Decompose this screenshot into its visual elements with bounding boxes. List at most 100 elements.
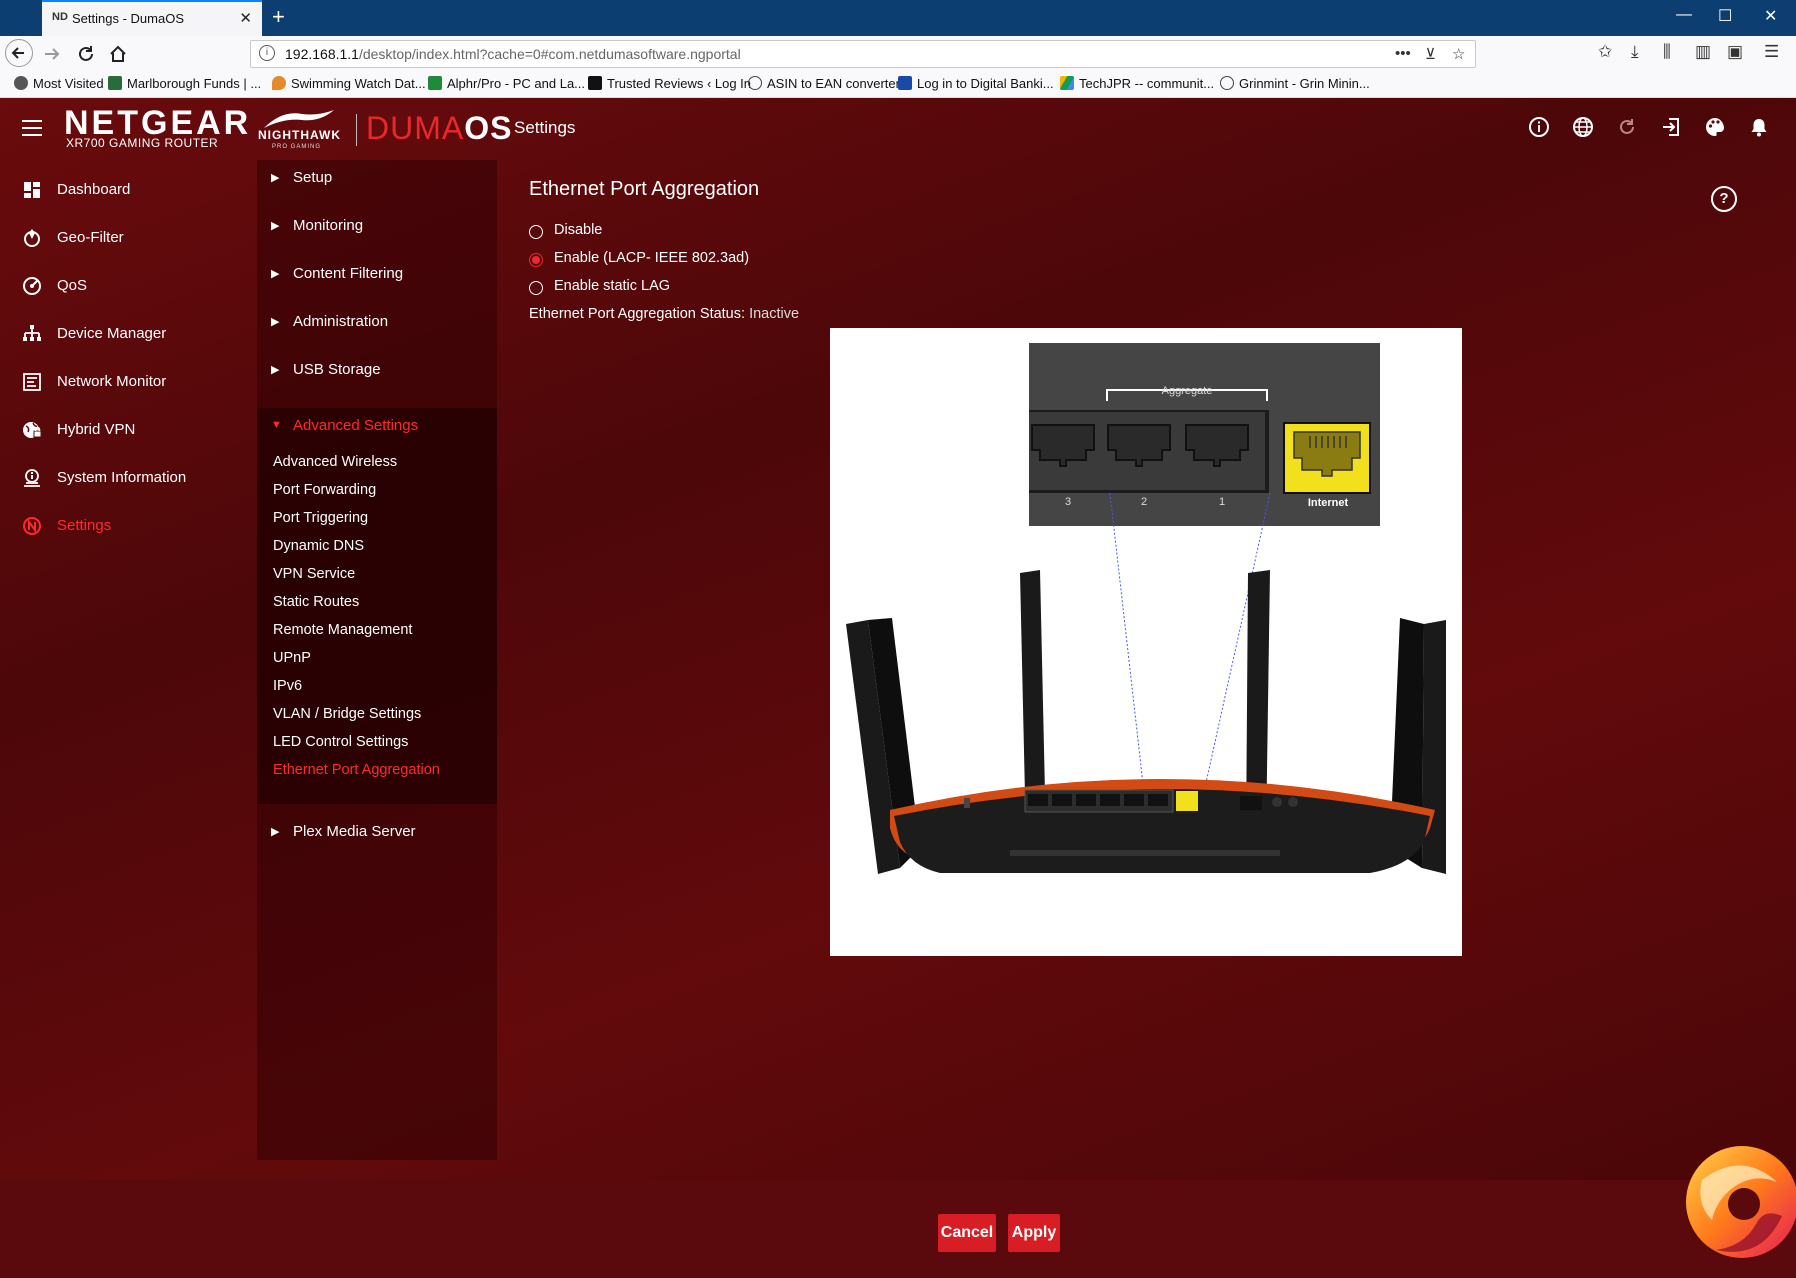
back-arrow-icon	[11, 47, 24, 59]
back-button[interactable]	[5, 39, 33, 67]
subnav-item-advanced-wireless[interactable]: Advanced Wireless	[273, 454, 397, 470]
bookmark-item[interactable]: Most Visited	[14, 76, 104, 91]
aggregation-status: Ethernet Port Aggregation Status: Inacti…	[529, 306, 800, 322]
port-number-label: 3	[1065, 496, 1071, 508]
bookmark-item[interactable]: ASIN to EAN converter	[748, 76, 900, 91]
router-model: XR700 GAMING ROUTER	[66, 136, 219, 150]
qos-icon	[23, 277, 41, 295]
forward-icon[interactable]	[42, 44, 62, 64]
t-logo-icon	[588, 76, 602, 90]
theme-palette-icon[interactable]	[1704, 116, 1726, 138]
nighthawk-logo-sub: PRO GAMING	[272, 144, 322, 150]
header-divider	[356, 114, 357, 146]
bookmark-star-icon[interactable]: ☆	[1452, 45, 1465, 63]
radio-disable[interactable]	[529, 225, 543, 239]
subnav-item-ipv6[interactable]: IPv6	[273, 678, 302, 694]
pin-icon	[272, 76, 286, 90]
collapse-arrow-icon: ▼	[271, 419, 282, 431]
advanced-settings-section: ▼ Advanced Settings Advanced Wireless Por…	[257, 408, 497, 804]
bookmark-item[interactable]: Grinmint - Grin Minin...	[1220, 76, 1370, 91]
system-information-icon	[24, 469, 40, 487]
radio-enable-static-lag[interactable]	[529, 281, 543, 295]
tab-title: Settings - DumaOS	[72, 11, 184, 26]
subnav-group-setup[interactable]: ▶ Setup	[257, 160, 497, 198]
bookmark-item[interactable]: Alphr/Pro - PC and La...	[428, 76, 585, 91]
subnav-item-port-triggering[interactable]: Port Triggering	[273, 510, 368, 526]
subnav-item-static-routes[interactable]: Static Routes	[273, 594, 359, 610]
settings-subnav: ▶ Setup ▶ Monitoring ▶ Content Filtering ▶ A…	[257, 160, 497, 1160]
subnav-item-dynamic-dns[interactable]: Dynamic DNS	[273, 538, 364, 554]
subnav-group-administration[interactable]: ▶ Administration	[257, 304, 497, 342]
cancel-button[interactable]: Cancel	[938, 1214, 996, 1252]
sidebar-icon[interactable]: ▥	[1695, 42, 1711, 62]
aggregate-label: Aggregate	[1162, 385, 1213, 397]
browser-tab[interactable]: ND Settings - DumaOS ✕	[42, 0, 262, 36]
expand-arrow-icon: ▶	[271, 316, 280, 328]
info-icon[interactable]	[1528, 116, 1550, 138]
network-monitor-icon	[23, 373, 41, 391]
close-tab-icon[interactable]: ✕	[239, 9, 252, 27]
bookmark-item[interactable]: Swimming Watch Dat...	[272, 76, 426, 91]
app-header: NETGEAR XR700 GAMING ROUTER NIGHTHAWK PR…	[0, 98, 1796, 160]
logout-icon[interactable]	[1660, 116, 1682, 138]
minimize-icon[interactable]: —	[1676, 6, 1692, 24]
subnav-item-vpn-service[interactable]: VPN Service	[273, 566, 355, 582]
library-icon[interactable]: ⫼	[1663, 42, 1671, 62]
gear-icon	[14, 76, 28, 90]
site-info-icon[interactable]: i	[259, 45, 275, 61]
bookmark-item[interactable]: Trusted Reviews ‹ Log In	[588, 76, 751, 91]
subnav-item-upnp[interactable]: UPnP	[273, 650, 311, 666]
subnav-item-remote-management[interactable]: Remote Management	[273, 622, 412, 638]
help-icon[interactable]: ?	[1711, 186, 1737, 212]
device-manager-icon	[23, 325, 41, 341]
geo-filter-icon	[24, 229, 40, 247]
subnav-group-advanced-settings[interactable]: ▼ Advanced Settings	[257, 408, 497, 446]
globe-icon	[748, 76, 762, 90]
language-globe-icon[interactable]	[1572, 116, 1594, 138]
notifications-bell-icon[interactable]	[1748, 116, 1770, 138]
url-bar[interactable]: i 192.168.1.1/desktop/index.html?cache=0…	[250, 40, 1476, 68]
radio-enable-lacp[interactable]	[529, 253, 543, 267]
downloads-icon[interactable]: ⤓	[1631, 42, 1639, 62]
status-value: Inactive	[749, 306, 800, 322]
subnav-item-led-control-settings[interactable]: LED Control Settings	[273, 734, 408, 750]
reload-icon[interactable]	[76, 44, 96, 64]
home-icon[interactable]	[108, 44, 128, 64]
expand-arrow-icon: ▶	[271, 826, 280, 838]
apply-button[interactable]: Apply	[1008, 1214, 1060, 1252]
bookmarks-toolbar: Most Visited Marlborough Funds | ... Swi…	[0, 72, 1796, 98]
page-actions-icon[interactable]: •••	[1395, 45, 1411, 62]
maximize-icon[interactable]: ☐	[1718, 6, 1732, 26]
expand-arrow-icon: ▶	[271, 268, 280, 280]
subnav-group-plex-media-server[interactable]: ▶ Plex Media Server	[257, 814, 497, 852]
subnav-group-content-filtering[interactable]: ▶ Content Filtering	[257, 256, 497, 294]
subnav-group-usb-storage[interactable]: ▶ USB Storage	[257, 352, 497, 390]
bookmark-item[interactable]: Log in to Digital Banki...	[898, 76, 1054, 91]
subnav-item-ethernet-port-aggregation[interactable]: Ethernet Port Aggregation	[273, 762, 440, 778]
close-window-icon[interactable]: ✕	[1764, 6, 1777, 26]
hybrid-vpn-icon	[23, 422, 42, 438]
subnav-item-port-forwarding[interactable]: Port Forwarding	[273, 482, 376, 498]
subnav-group-monitoring[interactable]: ▶ Monitoring	[257, 208, 497, 246]
bookmark-item[interactable]: Marlborough Funds | ...	[108, 76, 261, 91]
drive-icon	[1060, 76, 1074, 90]
url-text: 192.168.1.1/desktop/index.html?cache=0#c…	[285, 46, 741, 62]
refresh-icon[interactable]	[1616, 116, 1638, 138]
dumaos-logo: DUMAOS	[366, 110, 513, 146]
bank-icon	[898, 76, 912, 90]
tab-favicon: ND	[52, 11, 68, 23]
router-port-diagram: Aggregate 3 2 1 Internet	[830, 328, 1462, 956]
browser-tab-bar: ND Settings - DumaOS ✕ + — ☐ ✕	[0, 0, 1796, 36]
menu-icon[interactable]: ☰	[1764, 42, 1779, 62]
bookmarks-star-icon[interactable]: ✩	[1598, 42, 1612, 62]
expand-arrow-icon: ▶	[271, 364, 280, 376]
menu-toggle-icon[interactable]	[22, 120, 42, 136]
option-label: Enable (LACP- IEEE 802.3ad)	[554, 250, 750, 266]
subnav-item-vlan-bridge-settings[interactable]: VLAN / Bridge Settings	[273, 706, 421, 722]
main-content: Ethernet Port Aggregation ? Disable Enab…	[497, 160, 1796, 1252]
new-tab-icon[interactable]: +	[272, 4, 285, 30]
router-illustration: Aggregate 3 2 1 Internet	[846, 343, 1446, 874]
bookmark-item[interactable]: TechJPR -- communit...	[1060, 76, 1214, 91]
extension-icon[interactable]: ▣	[1727, 42, 1743, 62]
pocket-icon[interactable]: ⊻	[1425, 45, 1436, 63]
